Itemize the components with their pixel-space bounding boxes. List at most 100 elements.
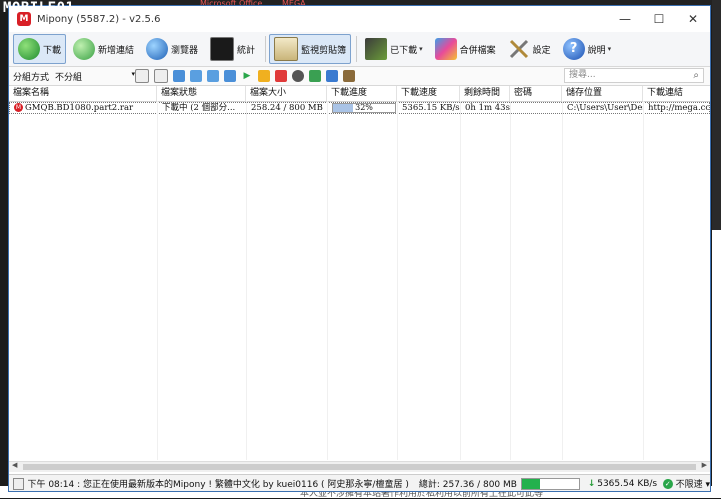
help-button[interactable]: ? 說明 ▾ [558, 34, 617, 64]
col-header-location[interactable]: 儲存位置 [562, 86, 643, 101]
speed-limit-select[interactable]: 不限速 ▾ [676, 477, 710, 490]
close-button[interactable]: ✕ [676, 6, 710, 32]
chevron-down-icon: ▾ [419, 45, 423, 53]
start-icon[interactable]: ▶ [241, 70, 253, 82]
col-header-status[interactable]: 檔案狀態 [157, 86, 246, 101]
col-header-password[interactable]: 密碼 [510, 86, 562, 101]
help-label: 說明 [587, 45, 606, 56]
scroll-thumb[interactable] [23, 464, 696, 470]
move-bottom-icon[interactable] [224, 70, 237, 82]
merge-files-label: 合併檔案 [459, 45, 496, 56]
settings-button[interactable]: 設定 [503, 34, 556, 64]
cell-location: C:\Users\User\Des... [567, 103, 644, 113]
move-top-icon[interactable] [173, 70, 186, 82]
total-progress-fill [521, 478, 541, 489]
status-message: 下午 08:14 : 您正在使用最新版本的Mipony ! 繁體中文化 by k… [27, 480, 409, 490]
total-speed: 5365.54 KB/s [597, 478, 658, 489]
site-logo: MOBILE01 [3, 0, 75, 16]
chevron-down-icon: ▾ [607, 45, 612, 53]
add-link-button[interactable]: 新增連結 [68, 34, 139, 64]
col-header-name[interactable]: 檔案名稱 [9, 86, 157, 101]
toolbar-divider [356, 36, 358, 62]
browser-label: 瀏覽器 [171, 45, 199, 56]
stats-button[interactable]: 統計 [205, 34, 260, 64]
browser-button[interactable]: 瀏覽器 [141, 34, 203, 64]
collapse-all-icon[interactable] [154, 69, 169, 83]
group-by-value: 不分組 [55, 72, 83, 83]
downloaded-folder-icon [365, 38, 388, 60]
total-progress-bar [520, 477, 580, 490]
search-icon[interactable]: ⌕ [693, 69, 699, 82]
toolbar-divider [265, 36, 267, 62]
col-header-remaining[interactable]: 剩餘時間 [460, 86, 510, 101]
chevron-down-icon: ▾ [705, 480, 710, 490]
background-page-edge [712, 0, 721, 498]
add-link-label: 新增連結 [98, 45, 135, 56]
speed-limit-value: 不限速 [675, 480, 703, 490]
monitor-clipboard-label: 監視剪貼簿 [301, 45, 347, 56]
stop-icon[interactable] [275, 70, 288, 82]
cell-remaining: 0h 1m 43s [465, 103, 510, 113]
mega-icon: M [14, 103, 23, 112]
table-row[interactable]: M GMQB.BD1080.part2.rar 下載中 (2 個部分... 258… [9, 102, 710, 114]
clean-icon[interactable] [343, 70, 356, 82]
minimize-button[interactable]: — [608, 6, 642, 32]
search-placeholder: 搜尋... [569, 70, 596, 80]
row-progress-bar: 32% [332, 103, 396, 113]
col-header-link[interactable]: 下載連結 [643, 86, 710, 101]
download-arrow-icon: ↓ [587, 478, 596, 489]
add-link-icon [73, 38, 96, 60]
secondary-toolbar: 分組方式 不分組 ▾ ▶ 搜尋... ⌕ [9, 67, 710, 86]
row-progress-text: 32% [355, 103, 373, 112]
cell-speed: 5365.15 KB/s [402, 103, 460, 113]
col-header-speed[interactable]: 下載速度 [397, 86, 460, 101]
download-button[interactable]: 下載 [13, 34, 67, 64]
col-header-progress[interactable]: 下載進度 [327, 86, 397, 101]
search-input[interactable]: 搜尋... ⌕ [564, 68, 704, 83]
speed-limit-icon: ✓ [663, 478, 673, 489]
monitor-clipboard-button[interactable]: 監視剪貼簿 [269, 34, 352, 64]
export-icon[interactable] [326, 70, 339, 82]
status-window-icon [13, 477, 25, 490]
move-up-icon[interactable] [190, 70, 203, 82]
app-window: M Mipony (5587.2) - v2.5.6 — ☐ ✕ 下載 新增連結… [8, 5, 711, 492]
stats-label: 統計 [237, 45, 256, 56]
merge-files-button[interactable]: 合併檔案 [430, 34, 501, 64]
clipboard-icon [274, 37, 299, 61]
title-bar: M Mipony (5587.2) - v2.5.6 — ☐ ✕ [9, 6, 710, 32]
browser-globe-icon [146, 38, 169, 60]
cell-file-name: M GMQB.BD1080.part2.rar [10, 103, 158, 113]
table-header: 檔案名稱 檔案狀態 檔案大小 下載進度 下載速度 剩餘時間 密碼 儲存位置 下載… [9, 86, 710, 102]
horizontal-scrollbar[interactable]: ◀ ▶ [9, 461, 710, 472]
downloaded-label: 已下載 [390, 45, 418, 56]
main-toolbar: 下載 新增連結 瀏覽器 統計 監視剪貼簿 已下載 ▾ 合併檔案 設定 ? 說明 … [9, 32, 710, 67]
status-bar: 下午 08:14 : 您正在使用最新版本的Mipony ! 繁體中文化 by k… [9, 474, 710, 491]
move-down-icon[interactable] [207, 70, 220, 82]
total-label: 總計: 257.36 / 800 MB [418, 480, 517, 490]
cell-link: http://mega.co.nz/# [648, 103, 709, 113]
pause-icon[interactable] [258, 70, 271, 82]
file-name-text: GMQB.BD1080.part2.rar [25, 103, 134, 113]
group-by-label: 分組方式 [13, 72, 50, 83]
expand-all-icon[interactable] [135, 69, 150, 83]
settings-label: 設定 [532, 45, 551, 56]
import-icon[interactable] [309, 70, 322, 82]
cell-size: 258.24 / 800 MB [251, 103, 323, 113]
group-by-select[interactable]: 不分組 ▾ [55, 70, 135, 83]
help-icon: ? [562, 38, 585, 60]
tools-icon [508, 38, 530, 60]
download-label: 下載 [43, 45, 62, 56]
downloaded-button[interactable]: 已下載 ▾ [360, 34, 428, 64]
record-icon[interactable] [292, 70, 305, 82]
download-globe-icon [18, 38, 40, 60]
download-table: 檔案名稱 檔案狀態 檔案大小 下載進度 下載速度 剩餘時間 密碼 儲存位置 下載… [9, 86, 710, 460]
col-header-size[interactable]: 檔案大小 [246, 86, 327, 101]
stats-monitor-icon [210, 37, 235, 61]
cell-status: 下載中 (2 個部分... [162, 103, 236, 113]
maximize-button[interactable]: ☐ [642, 6, 676, 32]
scroll-left-icon[interactable]: ◀ [12, 461, 17, 469]
cell-progress: 32% [328, 103, 398, 113]
merge-files-icon [434, 38, 457, 60]
scroll-right-icon[interactable]: ▶ [702, 461, 707, 469]
cell-password [511, 103, 563, 113]
